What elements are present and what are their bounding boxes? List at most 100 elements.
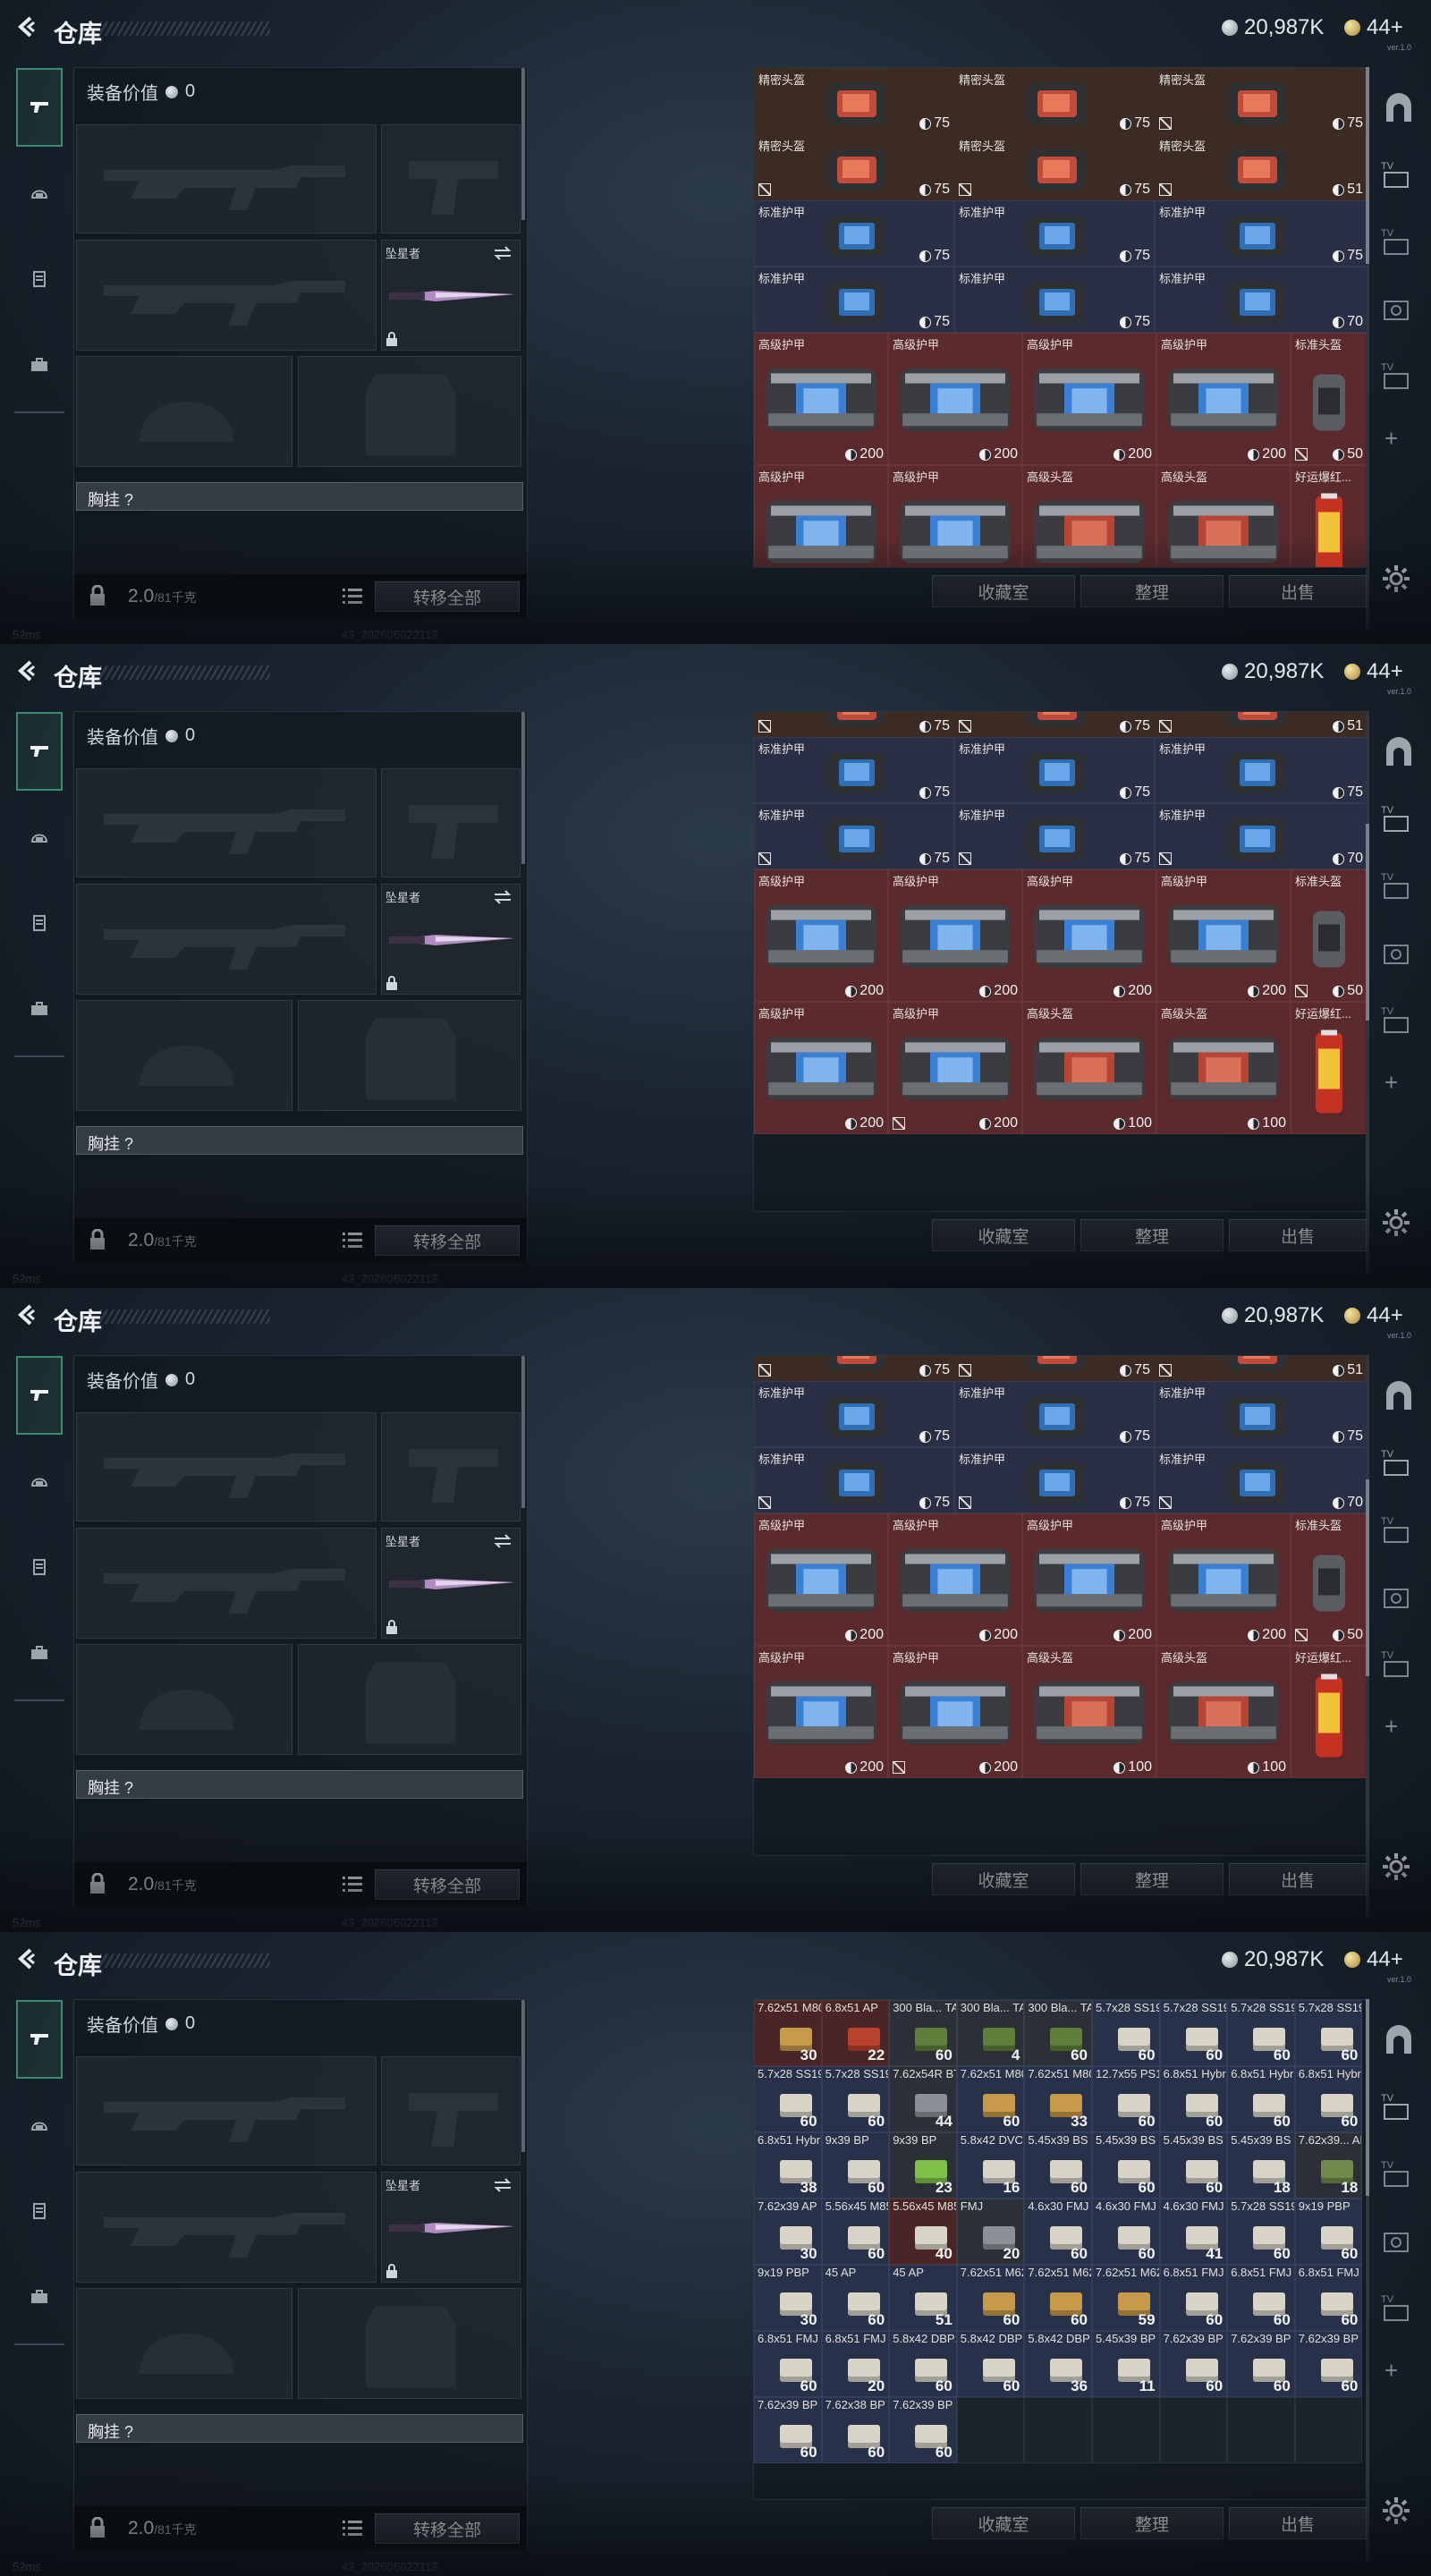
storage-item[interactable]: 51 <box>1155 712 1366 737</box>
storage-item[interactable]: 高级护甲 200 <box>754 333 888 465</box>
storage-item[interactable]: 好运爆红... <box>1291 1646 1366 1778</box>
helmet-slot[interactable] <box>76 1000 292 1111</box>
storage-item[interactable]: 高级护甲 200 <box>888 1002 1022 1134</box>
storage-item[interactable]: 高级护甲 200 <box>1022 1513 1156 1646</box>
ammo-item[interactable]: FMJ 20 <box>956 2199 1025 2265</box>
ammo-item[interactable]: 5.45x39 BS 60 <box>1092 2132 1160 2199</box>
sell-button[interactable]: 出售 <box>1229 1219 1367 1251</box>
add-tab-icon[interactable]: + <box>1384 2357 1398 2385</box>
storage-tab-2[interactable]: TV <box>1379 1512 1418 1551</box>
storage-tab-1[interactable]: TV <box>1379 2089 1418 2128</box>
chest-rig-bar[interactable]: 胸挂 ? <box>76 1770 523 1799</box>
storage-item[interactable]: 75 <box>754 712 954 737</box>
empty-slot[interactable] <box>956 2397 1025 2463</box>
sell-button[interactable]: 出售 <box>1229 2507 1367 2539</box>
sort-button[interactable]: 整理 <box>1080 575 1224 607</box>
storage-item[interactable]: 标准护甲 75 <box>954 737 1155 803</box>
ammo-item[interactable]: 5.7x28 SS190 60 <box>754 2066 822 2132</box>
settings-gear-icon[interactable] <box>1381 2496 1411 2526</box>
ammo-item[interactable]: 7.62x51 M80 30 <box>754 2000 822 2066</box>
ammo-item[interactable]: 7.62x39 BP 60 <box>1294 2331 1363 2397</box>
storage-tab-4[interactable]: TV <box>1379 358 1418 397</box>
storage-item[interactable]: 精密头盔 75 <box>754 68 954 134</box>
storage-tab-3[interactable] <box>1379 1579 1418 1618</box>
ammo-item[interactable]: 7.62x54R BT 44 <box>889 2066 957 2132</box>
ammo-item[interactable]: 6.8x51 Hybrid 60 <box>1159 2066 1228 2132</box>
ammo-item[interactable]: 6.8x51 Hybrid 60 <box>1294 2066 1363 2132</box>
ammo-item[interactable]: 45 AP 60 <box>821 2265 890 2331</box>
rail-item-backpack[interactable] <box>16 326 63 404</box>
silver-currency[interactable]: 20,987K <box>1222 659 1324 684</box>
storage-tab-2[interactable]: TV <box>1379 224 1418 263</box>
ammo-item[interactable]: 5.8x42 DBP10 60 <box>956 2331 1025 2397</box>
rail-item-backpack[interactable] <box>16 2258 63 2336</box>
secondary-weapon-slot[interactable] <box>381 124 521 233</box>
storage-item[interactable]: 标准护甲 70 <box>1155 267 1366 333</box>
back-arrow-icon[interactable] <box>13 657 41 685</box>
storage-tab-3[interactable] <box>1379 2223 1418 2262</box>
ammo-item[interactable]: 300 Bla... TAC-TX 60 <box>1024 2000 1092 2066</box>
storage-item[interactable]: 高级头盔 <box>1156 465 1291 567</box>
storage-item[interactable]: 精密头盔 75 <box>954 134 1155 200</box>
chest-rig-bar[interactable]: 胸挂 ? <box>76 482 523 511</box>
storage-item[interactable]: 好运爆红... <box>1291 465 1366 567</box>
storage-item[interactable]: 75 <box>954 1356 1155 1381</box>
secondary-weapon-slot[interactable] <box>381 768 521 877</box>
storage-tab-1[interactable]: TV <box>1379 1445 1418 1484</box>
gold-currency[interactable]: 44+ <box>1344 659 1403 684</box>
storage-scroll-thumb[interactable] <box>1366 824 1369 1021</box>
ammo-item[interactable]: 12.7x55 PS12 60 <box>1092 2066 1160 2132</box>
helmet-slot[interactable] <box>76 2288 292 2399</box>
storage-item[interactable]: 高级护甲 200 <box>754 1002 888 1134</box>
ammo-item[interactable]: 5.8x42 DBP10 60 <box>889 2331 957 2397</box>
add-tab-icon[interactable]: + <box>1384 425 1398 453</box>
gold-currency[interactable]: 44+ <box>1344 1947 1403 1972</box>
body-armor-slot[interactable] <box>298 1000 521 1111</box>
body-armor-slot[interactable] <box>298 356 521 467</box>
collection-button[interactable]: 收藏室 <box>932 575 1075 607</box>
storage-item[interactable]: 高级护甲 200 <box>1156 869 1291 1002</box>
storage-item[interactable]: 标准护甲 75 <box>754 1381 954 1447</box>
storage-item[interactable]: 51 <box>1155 1356 1366 1381</box>
ammo-item[interactable]: 5.45x39 BS 60 <box>1159 2132 1228 2199</box>
storage-tab-4[interactable]: TV <box>1379 1646 1418 1685</box>
back-arrow-icon[interactable] <box>13 1945 41 1973</box>
sort-button[interactable]: 整理 <box>1080 2507 1224 2539</box>
storage-item[interactable]: 精密头盔 51 <box>1155 134 1366 200</box>
storage-item[interactable]: 高级头盔 100 <box>1022 1646 1156 1778</box>
transfer-all-button[interactable]: 转移全部 <box>375 581 520 612</box>
empty-slot[interactable] <box>1227 2397 1295 2463</box>
list-icon[interactable] <box>343 1231 362 1249</box>
storage-item[interactable]: 标准护甲 75 <box>954 803 1155 869</box>
ammo-item[interactable]: 7.62x39 BP 60 <box>754 2397 822 2463</box>
storage-item[interactable]: 高级护甲 200 <box>888 869 1022 1002</box>
storage-tab-1[interactable]: TV <box>1379 801 1418 840</box>
ammo-item[interactable]: 5.8x42 DBP10 36 <box>1024 2331 1092 2397</box>
storage-item[interactable]: 高级头盔 <box>1022 465 1156 567</box>
ammo-item[interactable]: 5.7x28 SS190 60 <box>821 2066 890 2132</box>
storage-scrollbar[interactable] <box>1366 67 1369 631</box>
storage-item[interactable]: 标准护甲 75 <box>1155 200 1366 267</box>
storage-item[interactable]: 高级头盔 100 <box>1022 1002 1156 1134</box>
list-icon[interactable] <box>343 1875 362 1893</box>
ammo-item[interactable]: 5.7x28 SS190 60 <box>1227 2199 1295 2265</box>
empty-slot[interactable] <box>1024 2397 1092 2463</box>
empty-slot[interactable] <box>1294 2397 1363 2463</box>
ammo-item[interactable]: 45 AP 51 <box>889 2265 957 2331</box>
storage-item[interactable]: 标准头盔 50 <box>1291 333 1366 465</box>
rail-item-weapons[interactable] <box>16 1356 63 1435</box>
ammo-item[interactable]: 5.45x39 BS 18 <box>1227 2132 1295 2199</box>
empty-slot[interactable] <box>1092 2397 1160 2463</box>
back-arrow-icon[interactable] <box>13 1301 41 1329</box>
ammo-item[interactable]: 5.7x28 SS190 60 <box>1227 2000 1295 2066</box>
storage-tab-4[interactable]: TV <box>1379 2290 1418 2329</box>
settings-gear-icon[interactable] <box>1381 1852 1411 1882</box>
storage-item[interactable]: 高级护甲 200 <box>1022 333 1156 465</box>
ammo-item[interactable]: 9x39 BP 23 <box>889 2132 957 2199</box>
ammo-item[interactable]: 7.62x51 M62 59 <box>1092 2265 1160 2331</box>
storage-item[interactable]: 高级护甲 200 <box>754 1646 888 1778</box>
ammo-item[interactable]: 300 Bla... TAC-TX 4 <box>956 2000 1025 2066</box>
melee-slot[interactable]: 坠星者 <box>381 240 521 351</box>
storage-item[interactable]: 标准护甲 75 <box>754 803 954 869</box>
ammo-item[interactable]: 5.7x28 SS190 60 <box>1294 2000 1363 2066</box>
